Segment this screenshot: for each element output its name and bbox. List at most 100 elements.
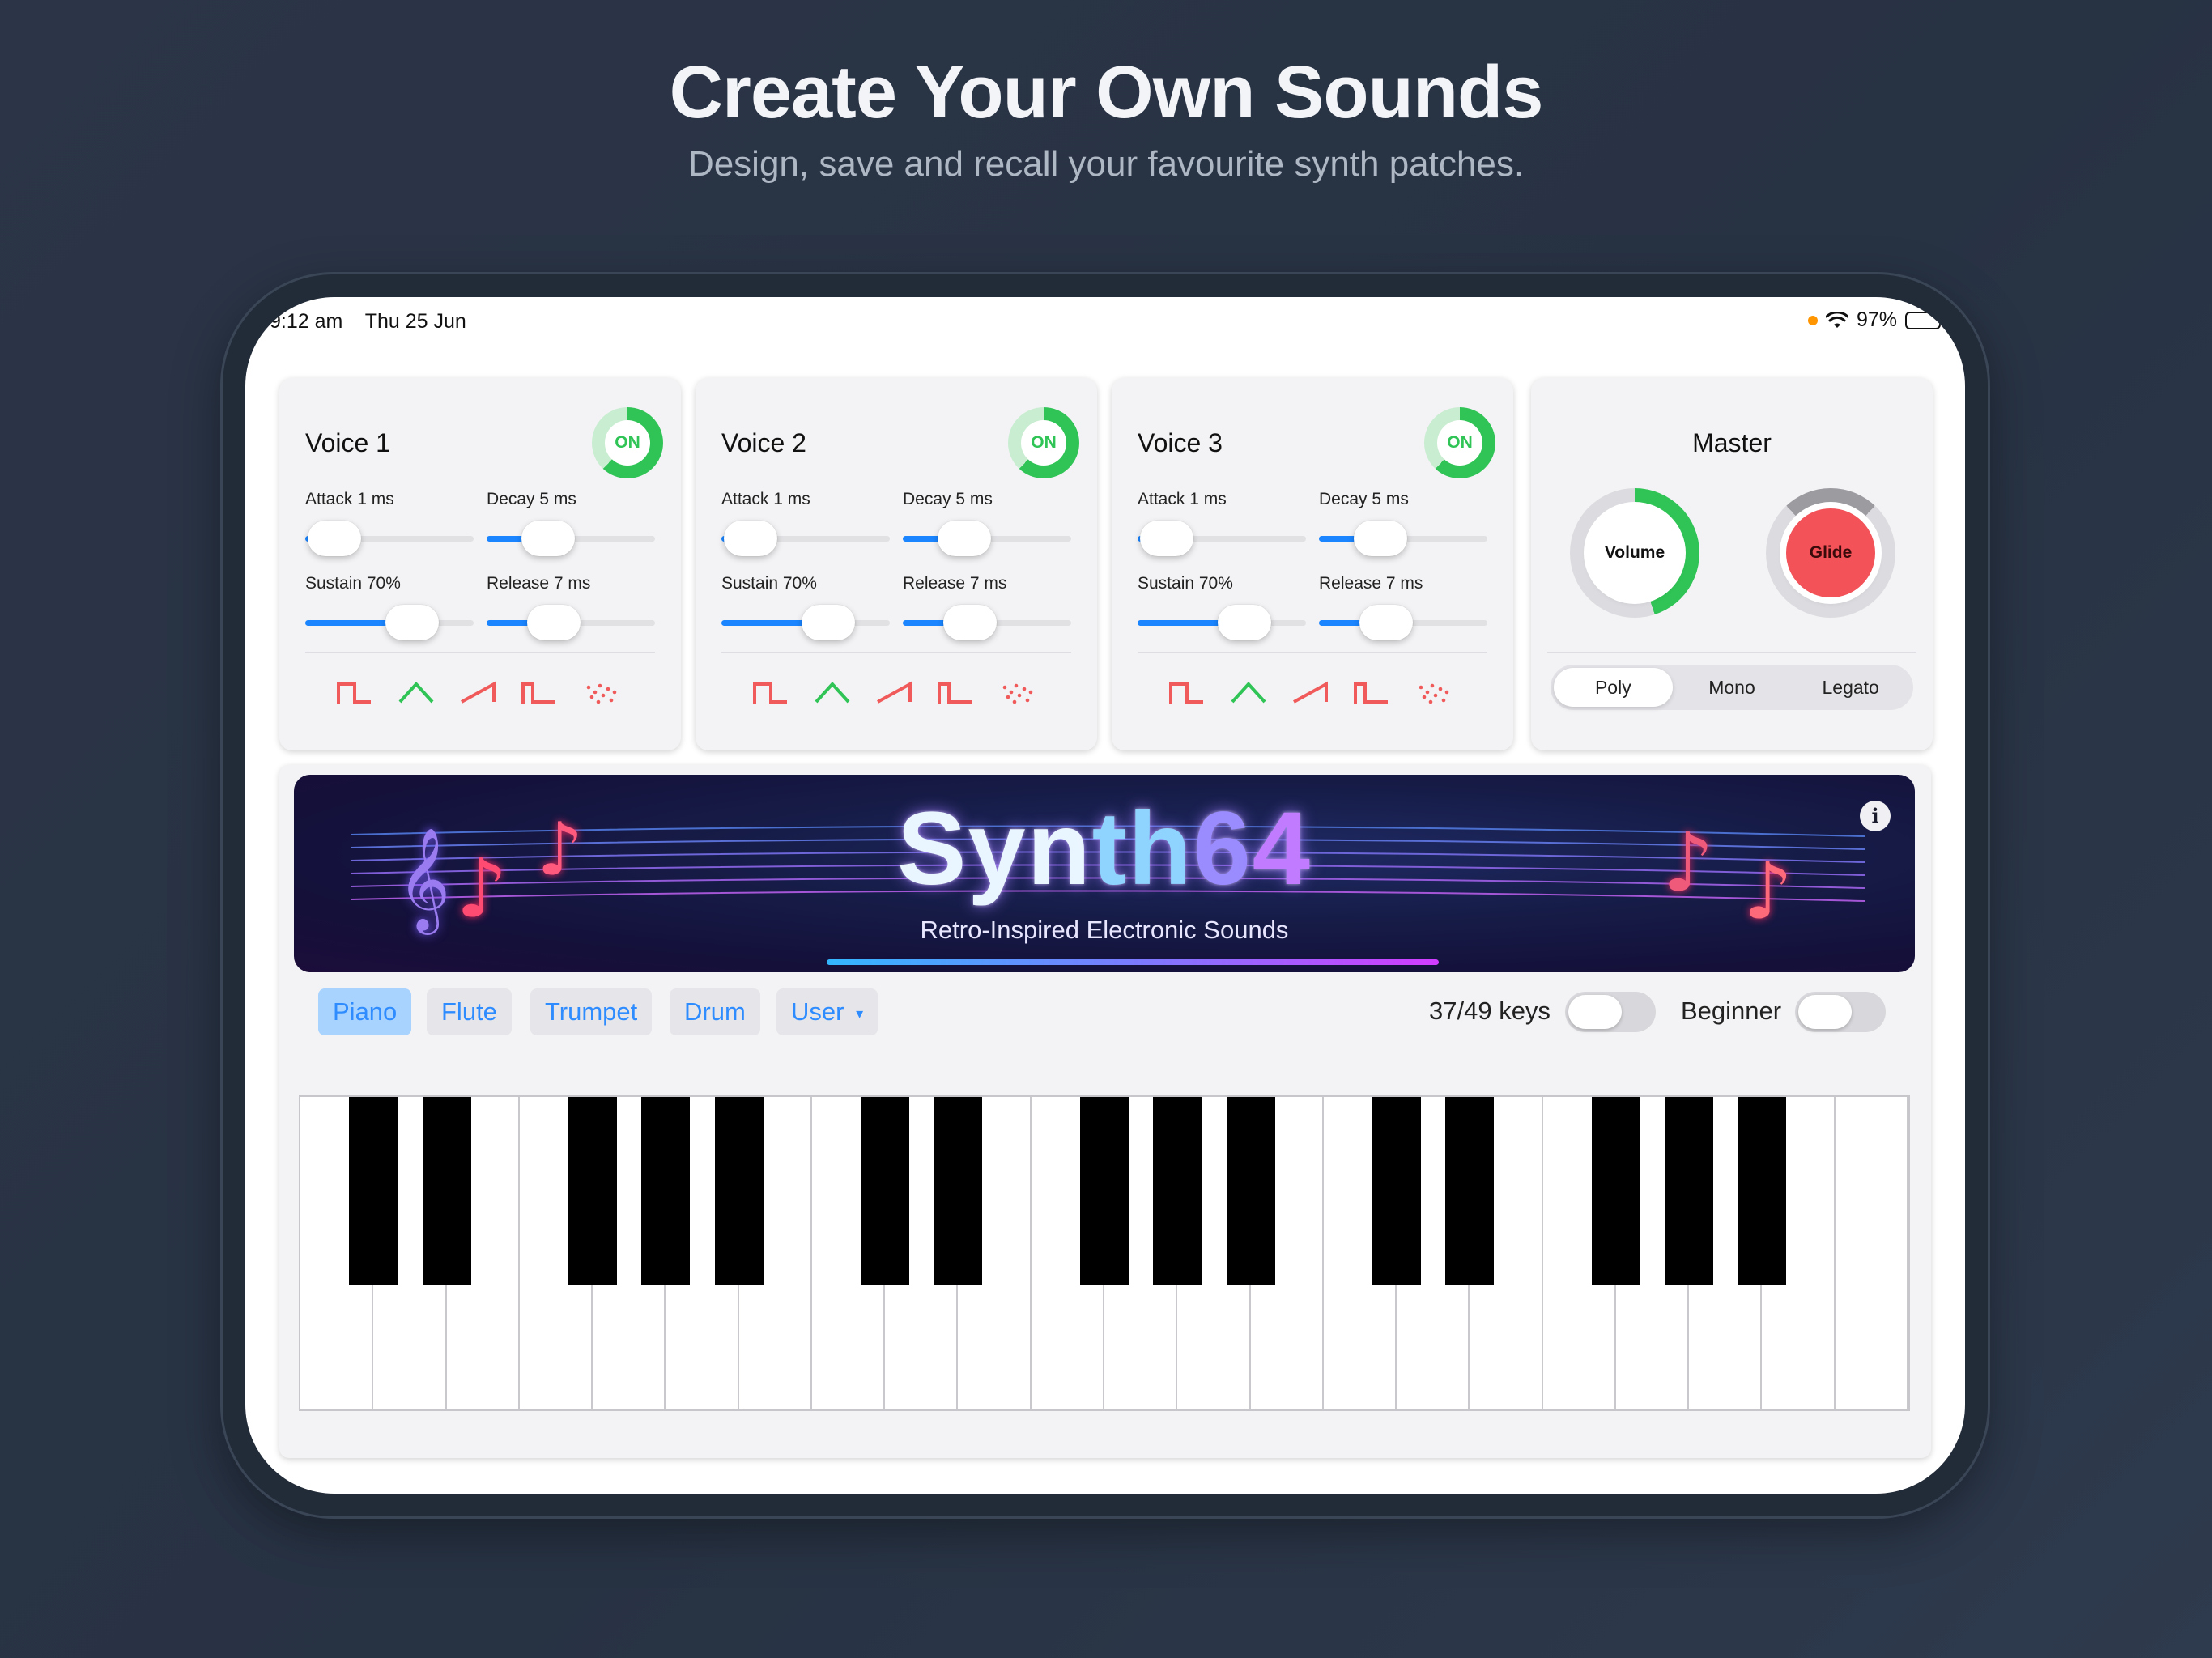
black-key[interactable] [1372, 1097, 1422, 1285]
wifi-icon [1825, 311, 1848, 328]
noise-wave-icon[interactable] [582, 679, 619, 707]
black-key[interactable] [1591, 1097, 1640, 1285]
noise-wave-icon[interactable] [998, 679, 1036, 707]
sawtooth-wave-icon[interactable] [459, 679, 496, 707]
mode-legato[interactable]: Legato [1791, 668, 1910, 707]
piano-keyboard [299, 1095, 1910, 1411]
black-key[interactable] [641, 1097, 691, 1285]
black-key[interactable] [1738, 1097, 1787, 1285]
banner-subtitle: Retro-Inspired Electronic Sounds [920, 916, 1289, 944]
release-slider-thumb[interactable] [943, 605, 997, 640]
black-key[interactable] [1665, 1097, 1714, 1285]
mode-mono[interactable]: Mono [1673, 668, 1792, 707]
release-slider[interactable] [1319, 605, 1487, 640]
attack-slider-thumb[interactable] [308, 521, 361, 556]
sawtooth-wave-icon[interactable] [1291, 679, 1329, 707]
triangle-wave-icon[interactable] [1230, 679, 1267, 707]
decay-slider[interactable] [1319, 521, 1487, 556]
square-wave-icon[interactable] [752, 679, 789, 707]
attack-slider-thumb[interactable] [1140, 521, 1193, 556]
attack-label: Attack 1 ms [1138, 490, 1227, 508]
black-key[interactable] [568, 1097, 618, 1285]
volume-knob[interactable]: Volume [1570, 488, 1699, 618]
release-label: Release 7 ms [903, 574, 1007, 593]
instrument-user-dropdown[interactable]: User ▾ [776, 988, 878, 1035]
release-label: Release 7 ms [487, 574, 591, 593]
sustain-slider-thumb[interactable] [802, 605, 855, 640]
decay-label: Decay 5 ms [487, 490, 576, 508]
pulse-wave-icon[interactable] [1353, 679, 1390, 707]
black-key[interactable] [349, 1097, 398, 1285]
white-key[interactable] [1835, 1097, 1908, 1409]
voice-title: Voice 1 [305, 428, 390, 457]
black-key[interactable] [1080, 1097, 1129, 1285]
black-key[interactable] [1153, 1097, 1202, 1285]
sustain-label: Sustain 70% [721, 574, 817, 593]
attack-slider-thumb[interactable] [724, 521, 777, 556]
status-time: 9:12 am [270, 310, 343, 333]
instrument-piano[interactable]: Piano [318, 988, 412, 1035]
sustain-slider[interactable] [305, 605, 474, 640]
attack-slider[interactable] [305, 521, 474, 556]
triangle-wave-icon[interactable] [398, 679, 435, 707]
waveform-selector [752, 679, 1036, 707]
voice-on-toggle[interactable]: ON [592, 407, 663, 478]
mode-poly[interactable]: Poly [1554, 668, 1673, 707]
decay-slider-thumb[interactable] [938, 521, 991, 556]
synth64-banner: 𝄞 ♪ ♪ ♪ ♪ Synth64 Retro-Inspired Electro… [294, 775, 1915, 972]
voice-divider [721, 652, 1071, 653]
noise-wave-icon[interactable] [1414, 679, 1452, 707]
banner-underline [827, 959, 1439, 965]
voice-on-toggle[interactable]: ON [1008, 407, 1079, 478]
square-wave-icon[interactable] [336, 679, 373, 707]
voice-card: Voice 2 ON Attack 1 ms Decay 5 ms Sustai… [696, 378, 1097, 750]
square-wave-icon[interactable] [1168, 679, 1206, 707]
sustain-slider-thumb[interactable] [1218, 605, 1271, 640]
waveform-selector [336, 679, 619, 707]
decay-slider-thumb[interactable] [1354, 521, 1407, 556]
voice-divider [1138, 652, 1487, 653]
beginner-toggle[interactable] [1795, 992, 1886, 1032]
info-icon[interactable]: i [1860, 801, 1891, 831]
keys-toggle[interactable] [1565, 992, 1656, 1032]
pulse-wave-icon[interactable] [937, 679, 974, 707]
sustain-slider[interactable] [1138, 605, 1306, 640]
instrument-trumpet[interactable]: Trumpet [530, 988, 653, 1035]
banner-title: Synth64 [294, 789, 1915, 908]
attack-slider[interactable] [721, 521, 890, 556]
black-key[interactable] [1445, 1097, 1495, 1285]
decay-slider-thumb[interactable] [521, 521, 575, 556]
release-slider-thumb[interactable] [1359, 605, 1413, 640]
instrument-drum[interactable]: Drum [670, 988, 760, 1035]
marketing-headline: Create Your Own Sounds [669, 51, 1544, 134]
banner-title-part: 6 [1193, 791, 1253, 907]
voice-on-label: ON [1021, 420, 1066, 466]
black-key[interactable] [422, 1097, 471, 1285]
master-card: Master Volume Glide Poly Mono Legato [1531, 378, 1933, 750]
release-slider[interactable] [487, 605, 655, 640]
instrument-flute[interactable]: Flute [427, 988, 512, 1035]
keys-count-label: 37/49 keys [1429, 997, 1551, 1025]
decay-slider[interactable] [487, 521, 655, 556]
decay-slider[interactable] [903, 521, 1071, 556]
glide-knob[interactable]: Glide [1766, 488, 1895, 618]
sawtooth-wave-icon[interactable] [875, 679, 912, 707]
attack-slider[interactable] [1138, 521, 1306, 556]
beginner-label: Beginner [1681, 997, 1782, 1025]
sustain-slider-thumb[interactable] [385, 605, 439, 640]
voice-on-toggle[interactable]: ON [1424, 407, 1495, 478]
black-key[interactable] [934, 1097, 983, 1285]
release-slider-thumb[interactable] [527, 605, 581, 640]
pulse-wave-icon[interactable] [521, 679, 558, 707]
sustain-label: Sustain 70% [305, 574, 401, 593]
sustain-label: Sustain 70% [1138, 574, 1233, 593]
status-date: Thu 25 Jun [364, 310, 466, 333]
master-divider [1547, 652, 1916, 653]
decay-label: Decay 5 ms [903, 490, 993, 508]
black-key[interactable] [861, 1097, 910, 1285]
black-key[interactable] [714, 1097, 764, 1285]
black-key[interactable] [1226, 1097, 1275, 1285]
triangle-wave-icon[interactable] [814, 679, 851, 707]
sustain-slider[interactable] [721, 605, 890, 640]
release-slider[interactable] [903, 605, 1071, 640]
